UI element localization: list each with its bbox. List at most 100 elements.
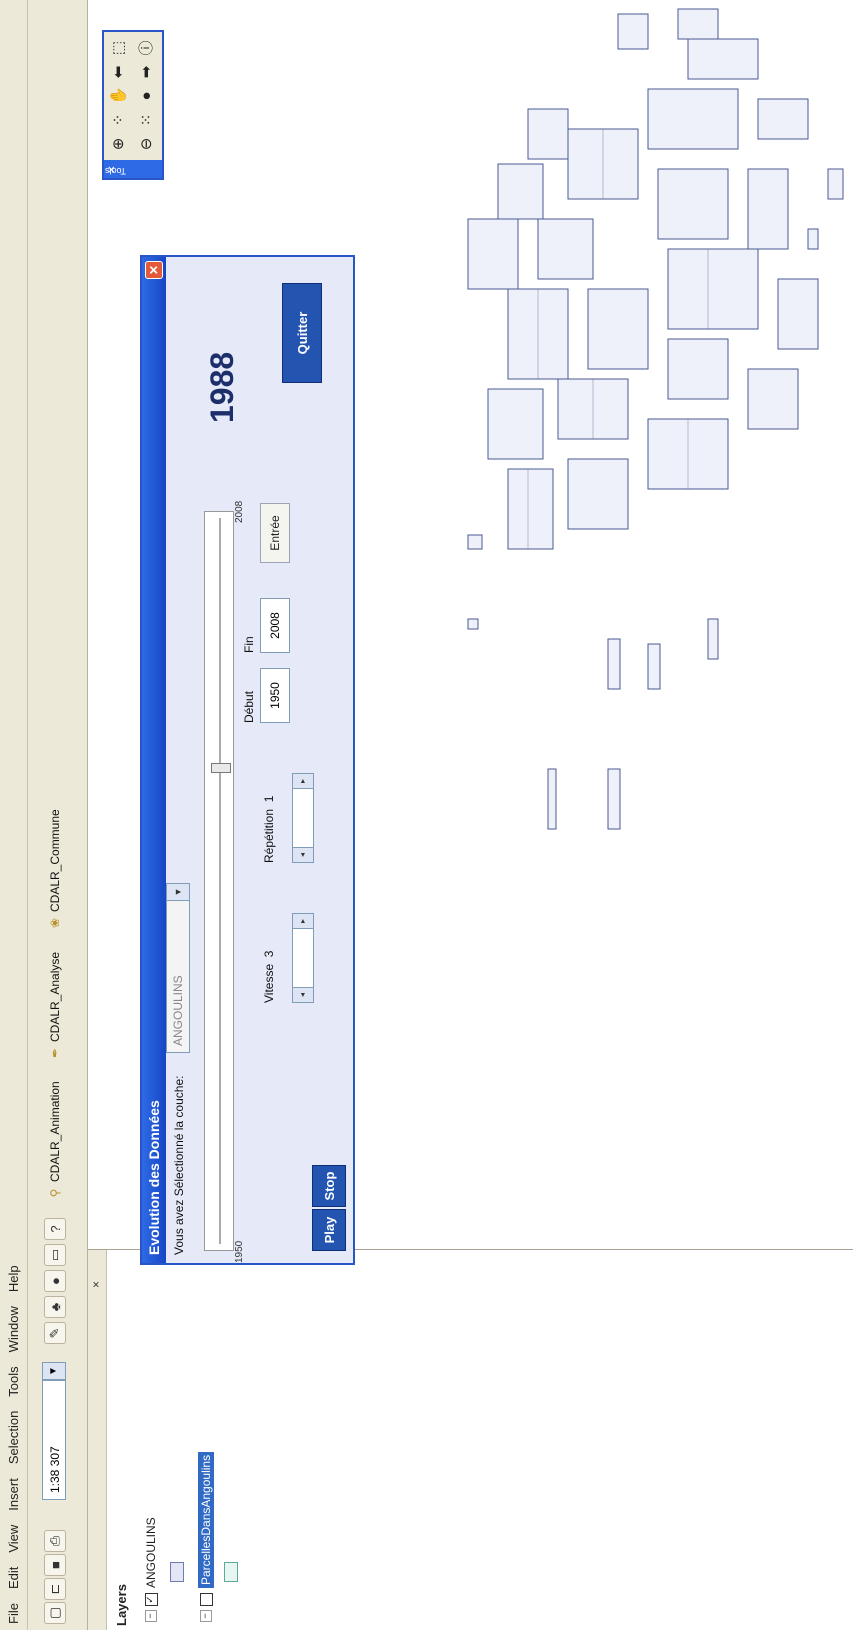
parcel [747, 368, 799, 430]
cdalr-animation-label: CDALR_Animation [48, 1081, 62, 1182]
tools-title-bar: ✕ Tools [104, 160, 162, 178]
menu-bar: File Edit View Insert Selection Tools Wi… [0, 0, 28, 1630]
forward-extent-icon[interactable]: ➡ [135, 60, 159, 84]
entree-button[interactable]: Entrée [260, 503, 290, 563]
menu-edit[interactable]: Edit [6, 1567, 21, 1589]
parcel [467, 618, 479, 630]
parcel [647, 643, 661, 690]
chevron-right-icon[interactable]: ▸ [293, 914, 313, 929]
polygon-symbol-swatch [170, 1562, 184, 1582]
table-of-contents: × Layers − ✓ ANGOULINS − ParcellesDansAn… [88, 1249, 853, 1630]
quitter-button[interactable]: Quitter [282, 283, 322, 383]
vitesse-value: 3 [262, 950, 276, 958]
analyse-icon: ✒ [48, 1047, 62, 1059]
editor-icon[interactable]: ✎ [44, 1322, 66, 1344]
parcel [467, 218, 519, 290]
parcel [667, 248, 759, 330]
parcel [617, 13, 649, 50]
menu-help[interactable]: Help [6, 1265, 21, 1292]
zoom-out-icon[interactable]: ⊖ [135, 132, 159, 156]
menu-view[interactable]: View [6, 1525, 21, 1553]
zoom-in-icon[interactable]: ⊕ [107, 132, 131, 156]
repetition-select[interactable]: ◂ ▸ [292, 773, 314, 863]
select-features-icon[interactable]: ⬚ [107, 36, 131, 60]
dialog-title-text: Evolution des Données [146, 1100, 162, 1255]
layer-name[interactable]: ANGOULINS [144, 1517, 158, 1588]
cdalr-analyse-button[interactable]: ✒ CDALR_Analyse [44, 952, 66, 1060]
play-button[interactable]: Play [312, 1209, 346, 1251]
chevron-down-icon[interactable]: ▼ [42, 1362, 66, 1380]
chevron-left-icon[interactable]: ◂ [293, 987, 313, 1002]
layer-select[interactable]: ANGOULINS ▼ [166, 883, 190, 1053]
cdalr-commune-button[interactable]: ❀ CDALR_Commune [44, 809, 66, 930]
parcel [607, 638, 621, 690]
repetition-value: 1 [262, 795, 276, 803]
stop-button[interactable]: Stop [312, 1165, 346, 1207]
slider-min-label: 1950 [234, 1240, 245, 1263]
slider-thumb[interactable] [211, 763, 231, 774]
fixed-zoom-in-icon[interactable]: ⁘ [107, 108, 131, 132]
menu-window[interactable]: Window [6, 1306, 21, 1352]
parcel [537, 218, 594, 280]
fin-input[interactable]: 2008 [260, 598, 290, 653]
parcel [687, 38, 759, 80]
close-icon[interactable]: ✕ [145, 261, 163, 279]
year-slider[interactable] [204, 511, 234, 1251]
chevron-right-icon[interactable]: ▸ [293, 774, 313, 789]
debut-input[interactable]: 1950 [260, 668, 290, 723]
layer-name[interactable]: ParcellesDansAngoulins [198, 1451, 214, 1588]
menu-insert[interactable]: Insert [6, 1478, 21, 1511]
command-line-icon[interactable]: ▭ [44, 1244, 66, 1266]
layer-prompt-label: Vous avez Sélectionné la couche: [172, 1075, 186, 1255]
cdalr-animation-button[interactable]: ⚲ CDALR_Animation [44, 1081, 66, 1200]
standard-toolbar: ▢ ⊏ ■ ⎙ 1:38 307 ▼ ✎ ♣ ● ▭ ? ⚲ CDALR_Anim… [28, 0, 88, 1630]
menu-file[interactable]: File [6, 1603, 21, 1624]
layers-root[interactable]: Layers [114, 1584, 129, 1626]
chevron-left-icon[interactable]: ◂ [293, 847, 313, 862]
parcel [487, 388, 544, 460]
full-extent-icon[interactable]: ● [135, 84, 159, 108]
vitesse-label: Vitesse 3 [262, 951, 276, 1004]
parcel [747, 168, 789, 250]
fixed-zoom-out-icon[interactable]: ⁙ [135, 108, 159, 132]
whats-this-icon[interactable]: ? [44, 1218, 66, 1240]
arctoolbox-icon[interactable]: ♣ [44, 1296, 66, 1318]
chevron-down-icon[interactable]: ▼ [167, 884, 189, 901]
identify-icon[interactable]: ⓘ [135, 36, 159, 60]
collapse-icon[interactable]: − [145, 1610, 157, 1622]
layer-visibility-checkbox[interactable] [199, 1593, 213, 1606]
save-icon[interactable]: ■ [44, 1554, 66, 1576]
map-scale-input[interactable]: 1:38 307 [42, 1380, 66, 1500]
toc-header: × [88, 1250, 107, 1630]
parcel [527, 108, 569, 160]
parcel [547, 768, 557, 830]
animation-icon: ⚲ [48, 1188, 62, 1198]
collapse-icon[interactable]: − [200, 1610, 212, 1622]
layer-row-parcelles[interactable]: − ParcellesDansAngoulins [198, 1451, 214, 1622]
pan-icon[interactable]: ✋ [107, 84, 131, 108]
current-year-display: 1988 [204, 351, 240, 423]
new-document-icon[interactable]: ▢ [44, 1602, 66, 1624]
close-icon[interactable]: × [89, 1281, 103, 1288]
menu-selection[interactable]: Selection [6, 1411, 21, 1464]
parcel [607, 768, 621, 830]
parcel [507, 468, 554, 550]
arccatalog-icon[interactable]: ● [44, 1270, 66, 1292]
repetition-label: Répétition 1 [262, 796, 276, 863]
parcel [497, 163, 544, 220]
open-folder-icon[interactable]: ⊏ [44, 1578, 66, 1600]
parcel [567, 458, 629, 530]
fin-label: Fin [242, 636, 256, 653]
layer-symbol [170, 1556, 184, 1582]
layer-row-angoulins[interactable]: − ✓ ANGOULINS [144, 1517, 158, 1622]
vitesse-select[interactable]: ◂ ▸ [292, 913, 314, 1003]
menu-tools[interactable]: Tools [6, 1366, 21, 1396]
tools-title-text: Tools [104, 166, 126, 176]
parcel [667, 338, 729, 400]
layer-visibility-checkbox[interactable]: ✓ [144, 1593, 158, 1606]
parcel [707, 618, 719, 660]
layer-select-value: ANGOULINS [171, 975, 185, 1046]
back-extent-icon[interactable]: ⬅ [107, 60, 131, 84]
parcel [757, 98, 809, 140]
print-icon[interactable]: ⎙ [44, 1530, 66, 1552]
